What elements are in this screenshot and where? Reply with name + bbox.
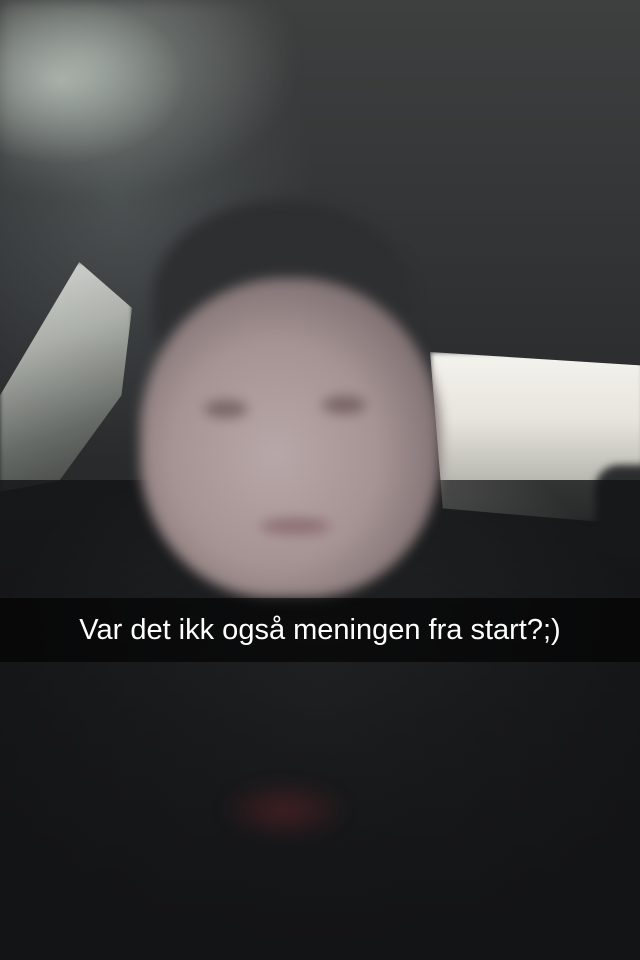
face xyxy=(140,278,440,598)
shirt-print xyxy=(220,780,350,840)
mouth xyxy=(260,518,330,534)
caption-bar: Var det ikk også meningen fra start?;) xyxy=(0,598,640,662)
snap-photo[interactable]: Var det ikk også meningen fra start?;) xyxy=(0,0,640,960)
eye-left xyxy=(204,400,248,418)
selfie-person xyxy=(112,200,452,620)
light-glare xyxy=(0,0,300,200)
eye-right xyxy=(322,396,366,414)
caption-text: Var det ikk også meningen fra start?;) xyxy=(79,614,561,646)
